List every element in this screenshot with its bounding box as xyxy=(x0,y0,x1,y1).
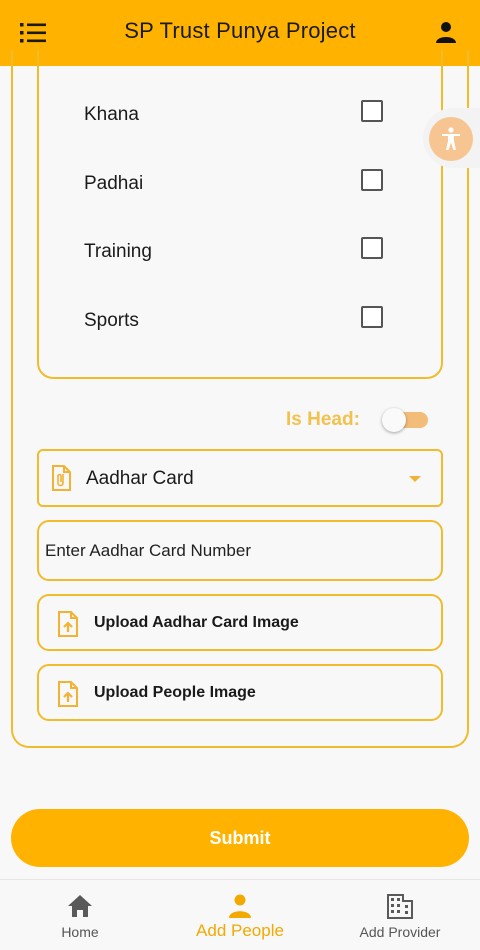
category-checkbox[interactable] xyxy=(361,169,383,191)
user-icon[interactable] xyxy=(434,20,458,44)
aadhar-number-input[interactable] xyxy=(45,536,425,566)
category-checkbox[interactable] xyxy=(361,237,383,259)
nav-label: Add People xyxy=(196,921,284,940)
aadhar-number-field[interactable] xyxy=(37,520,443,581)
page-title: SP Trust Punya Project xyxy=(124,18,356,43)
building-icon xyxy=(387,894,413,919)
person-icon xyxy=(229,894,251,918)
dropdown-selected-value: Aadhar Card xyxy=(86,468,194,489)
upload-label: Upload Aadhar Card Image xyxy=(94,614,299,631)
chevron-down-icon xyxy=(409,476,421,482)
upload-label: Upload People Image xyxy=(94,684,256,701)
category-label: Khana xyxy=(84,104,139,125)
category-checkbox[interactable] xyxy=(361,306,383,328)
nav-label: Add Provider xyxy=(359,924,441,940)
upload-people-image-button[interactable]: Upload People Image xyxy=(37,664,443,721)
is-head-label: Is Head: xyxy=(286,409,360,430)
category-label: Sports xyxy=(84,310,139,331)
accessibility-fab xyxy=(423,108,480,168)
nav-item-add-provider[interactable]: Add Provider xyxy=(320,880,480,950)
document-type-dropdown[interactable]: Aadhar Card xyxy=(37,449,443,507)
upload-aadhar-image-button[interactable]: Upload Aadhar Card Image xyxy=(37,594,443,651)
category-row-training[interactable]: Training xyxy=(84,237,384,267)
is-head-toggle[interactable] xyxy=(382,408,428,432)
home-icon xyxy=(68,895,92,917)
file-upload-icon xyxy=(58,681,78,707)
category-row-padhai[interactable]: Padhai xyxy=(84,169,384,199)
file-upload-icon xyxy=(58,611,78,637)
category-row-khana[interactable]: Khana xyxy=(84,100,384,130)
paperclip-file-icon xyxy=(52,465,71,491)
nav-item-add-people[interactable]: Add People xyxy=(160,880,320,950)
submit-button[interactable]: Submit xyxy=(11,809,469,867)
nav-label: Home xyxy=(61,924,99,940)
category-label: Training xyxy=(84,241,152,262)
category-row-sports[interactable]: Sports xyxy=(84,306,384,336)
bottom-navigation: Home Add People Add Provider xyxy=(0,879,480,950)
accessibility-button[interactable] xyxy=(429,117,473,161)
category-checkbox[interactable] xyxy=(361,100,383,122)
category-label: Padhai xyxy=(84,173,144,194)
toggle-knob xyxy=(382,408,406,432)
accessibility-icon xyxy=(442,127,460,150)
nav-item-home[interactable]: Home xyxy=(0,880,160,950)
